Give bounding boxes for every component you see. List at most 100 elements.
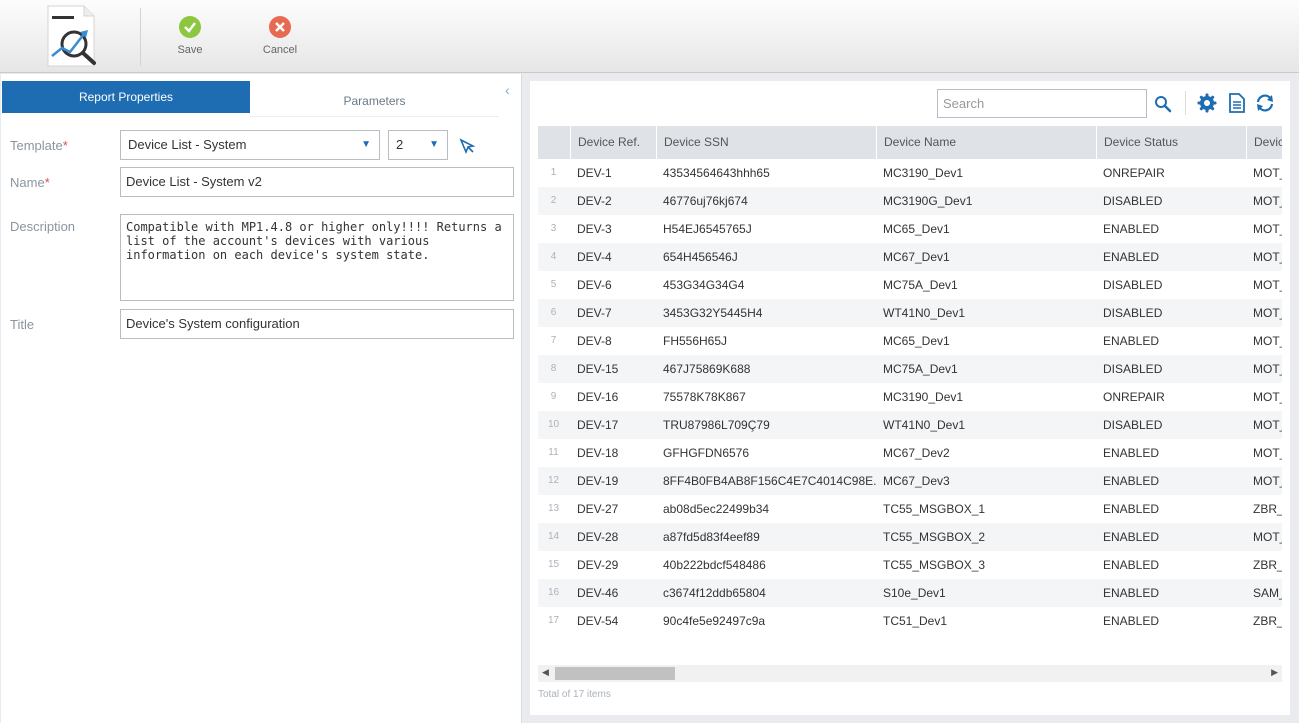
device-ref-cell: DEV-1 [577, 166, 612, 180]
table-row[interactable]: 3 DEV-3 H54EJ6545765J MC65_Dev1 ENABLED MOT_ [538, 215, 1282, 243]
toolbar-divider [140, 8, 141, 66]
device-ref-cell: DEV-7 [577, 306, 612, 320]
device-ref-cell: DEV-19 [577, 474, 619, 488]
description-textarea[interactable]: Compatible with MP1.4.8 or higher only!!… [120, 214, 514, 301]
version-select[interactable]: 2 ▼ [388, 130, 448, 160]
row-number: 6 [550, 307, 557, 318]
tab-report-properties[interactable]: Report Properties [2, 81, 250, 113]
gear-icon[interactable] [1197, 93, 1217, 116]
export-document-icon[interactable] [1228, 93, 1246, 116]
device-status-cell: ENABLED [1103, 474, 1160, 488]
horizontal-scrollbar[interactable]: ◀ ▶ [538, 665, 1282, 682]
name-label: Name* [10, 175, 50, 190]
device-name-cell: WT41N0_Dev1 [883, 306, 966, 320]
device-ref-cell: DEV-3 [577, 222, 612, 236]
device-ssn-cell: a87fd5d83f4eef89 [663, 530, 760, 544]
column-header[interactable]: Devic [1246, 126, 1282, 159]
device-type-cell: MOT_ [1253, 530, 1282, 544]
grid-header: Device Ref. Device SSN Device Name Devic… [538, 126, 1282, 159]
row-number: 10 [547, 419, 560, 430]
table-row[interactable]: 11 DEV-18 GFHGFDN6576 MC67_Dev2 ENABLED MOT_ [538, 439, 1282, 467]
device-type-cell: MOT_ [1253, 446, 1282, 460]
device-ref-cell: DEV-6 [577, 278, 612, 292]
device-status-cell: ENABLED [1103, 614, 1160, 628]
table-row[interactable]: 15 DEV-29 40b222bdcf548486 TC55_MSGBOX_3 ENA… [538, 551, 1282, 579]
title-field[interactable]: Device's System configuration [120, 309, 514, 339]
report-analysis-icon [44, 4, 108, 68]
table-row[interactable]: 9 DEV-16 75578K78K867 MC3190_Dev1 ONREPAIR MO… [538, 383, 1282, 411]
locate-pin-icon[interactable] [457, 137, 479, 157]
table-row[interactable]: 17 DEV-54 90c4fe5e92497c9a TC51_Dev1 ENABLED… [538, 607, 1282, 634]
save-button[interactable]: Save [160, 16, 220, 56]
description-label: Description [10, 219, 76, 234]
table-row[interactable]: 5 DEV-6 453G34G34G4 MC75A_Dev1 DISABLED MOT_ [538, 271, 1282, 299]
template-select[interactable]: Device List - System ▼ [120, 130, 380, 160]
device-ssn-cell: 8FF4B0FB4AB8F156C4E7C4014C98E... [663, 474, 876, 488]
device-status-cell: ENABLED [1103, 334, 1160, 348]
collapse-panel-icon[interactable]: ‹ [505, 82, 510, 98]
device-type-cell: MOT_ [1253, 194, 1282, 208]
device-status-cell: DISABLED [1103, 194, 1163, 208]
device-name-cell: MC67_Dev1 [883, 250, 950, 264]
device-status-cell: DISABLED [1103, 306, 1163, 320]
device-status-cell: ONREPAIR [1103, 166, 1165, 180]
table-row[interactable]: 13 DEV-27 ab08d5ec22499b34 TC55_MSGBOX_1 ENA… [538, 495, 1282, 523]
device-ssn-cell: 43534564643hhh65 [663, 166, 770, 180]
scroll-left-icon[interactable]: ◀ [542, 667, 549, 678]
device-ssn-cell: 453G34G34G4 [663, 278, 745, 292]
table-row[interactable]: 4 DEV-4 654H456546J MC67_Dev1 ENABLED MOT_ [538, 243, 1282, 271]
column-header[interactable]: Device Status [1096, 126, 1246, 159]
device-status-cell: ONREPAIR [1103, 390, 1165, 404]
column-header[interactable]: Device SSN [656, 126, 876, 159]
scrollbar-thumb[interactable] [555, 667, 675, 680]
device-ssn-cell: 75578K78K867 [663, 390, 746, 404]
table-row[interactable]: 16 DEV-46 c3674f12ddb65804 S10e_Dev1 ENABLED… [538, 579, 1282, 607]
device-name-cell: MC67_Dev2 [883, 446, 950, 460]
scroll-right-icon[interactable]: ▶ [1271, 667, 1278, 678]
device-status-cell: ENABLED [1103, 446, 1160, 460]
search-icon[interactable] [1154, 95, 1172, 116]
row-number: 14 [547, 531, 560, 542]
column-header[interactable]: Device Ref. [570, 126, 656, 159]
column-header[interactable]: Device Name [876, 126, 1096, 159]
row-number: 5 [550, 279, 557, 290]
table-row[interactable]: 10 DEV-17 TRU87986L709Ç79 WT41N0_Dev1 DISABL… [538, 411, 1282, 439]
template-label: Template* [10, 138, 68, 153]
cancel-button[interactable]: Cancel [250, 16, 310, 56]
row-number: 12 [547, 475, 560, 486]
report-properties-panel: Report Properties Parameters ‹ Template*… [1, 74, 522, 723]
device-name-cell: MC75A_Dev1 [883, 362, 958, 376]
search-input[interactable]: Search [937, 89, 1147, 118]
device-status-cell: ENABLED [1103, 250, 1160, 264]
refresh-icon[interactable] [1255, 94, 1275, 115]
name-field[interactable]: Device List - System v2 [120, 167, 514, 197]
save-label: Save [177, 44, 203, 56]
table-row[interactable]: 12 DEV-19 8FF4B0FB4AB8F156C4E7C4014C98E...… [538, 467, 1282, 495]
device-type-cell: MOT_ [1253, 334, 1282, 348]
device-name-cell: MC75A_Dev1 [883, 278, 958, 292]
device-name-cell: TC55_MSGBOX_3 [883, 558, 986, 572]
device-name-cell: MC65_Dev1 [883, 334, 950, 348]
table-row[interactable]: 2 DEV-2 46776uj76kj674 MC3190G_Dev1 DISABLED… [538, 187, 1282, 215]
device-status-cell: ENABLED [1103, 222, 1160, 236]
device-ssn-cell: 654H456546J [663, 250, 738, 264]
device-ssn-cell: ab08d5ec22499b34 [663, 502, 770, 516]
table-row[interactable]: 1 DEV-1 43534564643hhh65 MC3190_Dev1 ONREPAI… [538, 159, 1282, 187]
table-row[interactable]: 8 DEV-15 467J75869K688 MC75A_Dev1 DISABLED MO… [538, 355, 1282, 383]
row-number: 7 [550, 335, 557, 346]
device-name-cell: MC3190G_Dev1 [883, 194, 973, 208]
row-number: 16 [547, 587, 560, 598]
template-select-value: Device List - System [128, 137, 247, 152]
table-row[interactable]: 7 DEV-8 FH556H65J MC65_Dev1 ENABLED MOT_ [538, 327, 1282, 355]
device-name-cell: TC55_MSGBOX_1 [883, 502, 986, 516]
table-row[interactable]: 14 DEV-28 a87fd5d83f4eef89 TC55_MSGBOX_2 ENA… [538, 523, 1282, 551]
device-ref-cell: DEV-4 [577, 250, 612, 264]
table-row[interactable]: 6 DEV-7 3453G32Y5445H4 WT41N0_Dev1 DISABLED M… [538, 299, 1282, 327]
device-name-cell: TC51_Dev1 [883, 614, 948, 628]
close-icon [269, 16, 291, 38]
check-icon [179, 16, 201, 38]
device-type-cell: MOT_ [1253, 278, 1282, 292]
device-ref-cell: DEV-46 [577, 586, 619, 600]
device-ref-cell: DEV-54 [577, 614, 619, 628]
tab-parameters[interactable]: Parameters [250, 85, 499, 117]
